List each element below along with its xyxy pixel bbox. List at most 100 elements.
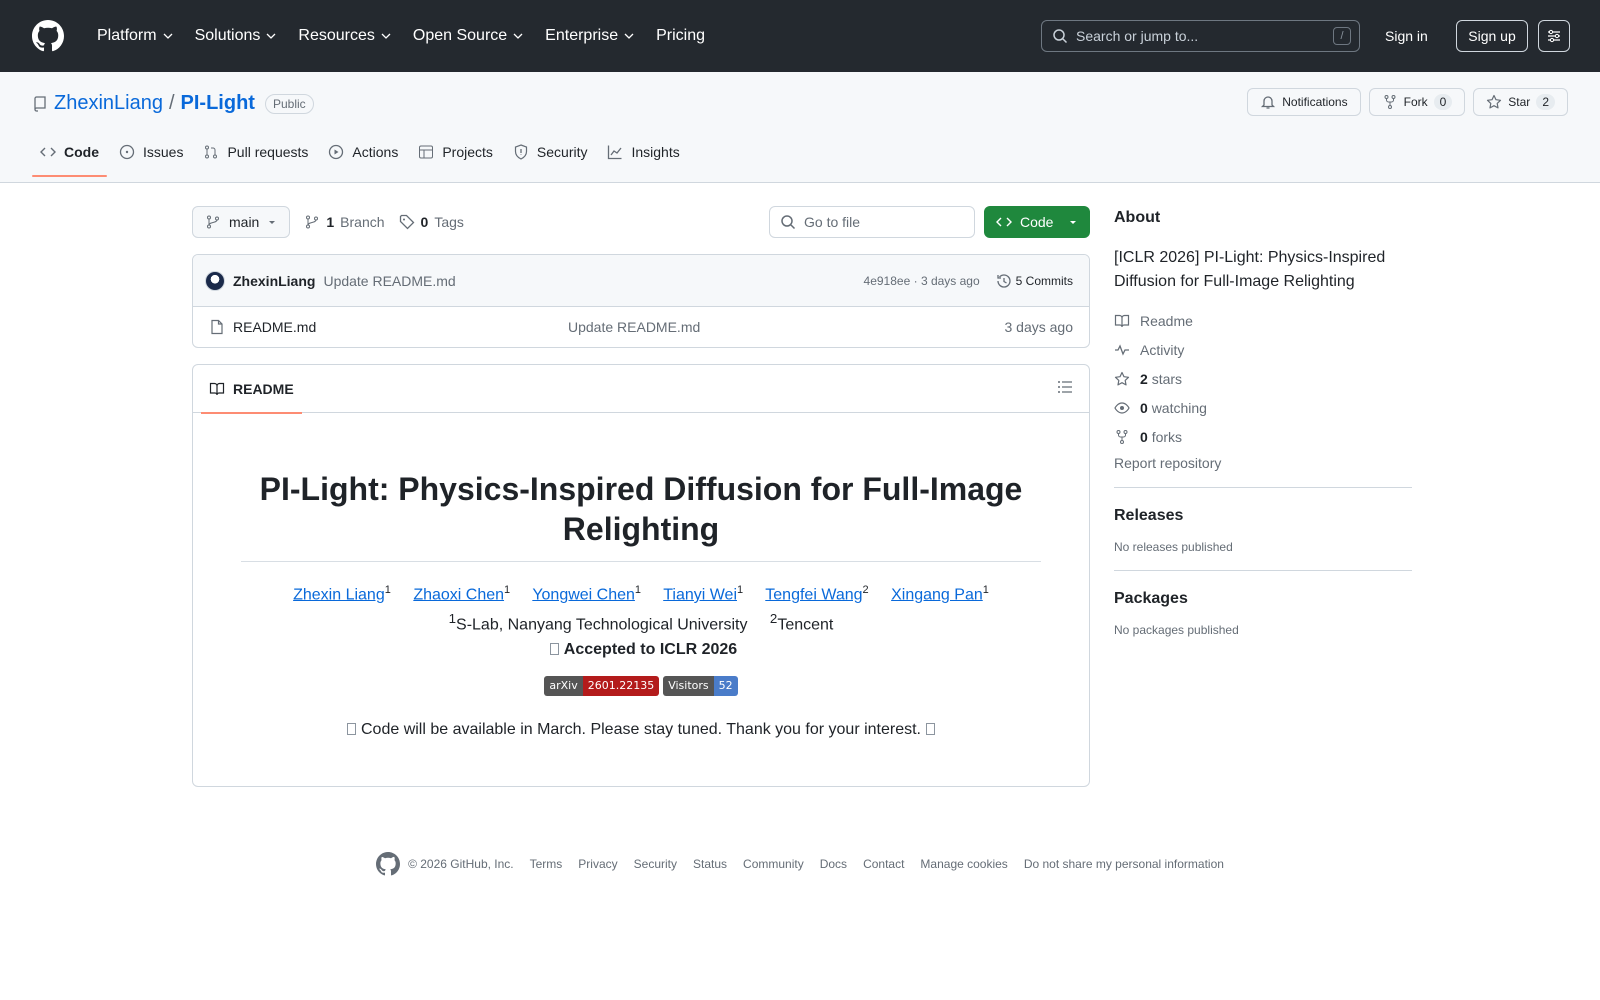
stars-count: 2: [1140, 370, 1148, 387]
tab-security[interactable]: Security: [505, 134, 596, 170]
tab-label: Projects: [442, 144, 493, 160]
watching-link[interactable]: 0 watching: [1114, 393, 1412, 422]
repo-actions: Notifications Fork 0 Star 2: [1247, 88, 1568, 116]
sign-up-button[interactable]: Sign up: [1456, 20, 1528, 52]
graph-icon: [608, 145, 622, 160]
chevron-down-icon: [381, 33, 391, 39]
author-link[interactable]: Zhaoxi Chen: [413, 586, 504, 603]
github-logo-icon[interactable]: [32, 20, 64, 52]
star-button[interactable]: Star 2: [1473, 88, 1568, 116]
repo-header: ZhexinLiang / PI-Light Public Notificati…: [0, 72, 1600, 183]
file-commit-message-link[interactable]: Update README.md: [568, 319, 700, 335]
table-of-contents-button[interactable]: [1057, 379, 1073, 398]
file-icon: [211, 319, 223, 335]
nav-platform[interactable]: Platform: [86, 20, 184, 52]
tab-label: Issues: [143, 144, 184, 160]
stars-label: stars: [1151, 370, 1183, 387]
tab-projects[interactable]: Projects: [410, 134, 501, 170]
pulse-icon: [1115, 343, 1129, 356]
nav-resources[interactable]: Resources: [287, 20, 401, 52]
file-name-link[interactable]: README.md: [233, 319, 316, 335]
author-link[interactable]: Tengfei Wang: [765, 586, 862, 603]
footer-link-community[interactable]: Community: [743, 857, 804, 871]
fork-button[interactable]: Fork 0: [1368, 88, 1466, 116]
chevron-down-icon: [163, 33, 173, 39]
tab-pull-requests[interactable]: Pull requests: [195, 134, 316, 170]
tab-actions[interactable]: Actions: [320, 134, 406, 170]
watching-count: 0: [1140, 399, 1148, 416]
go-to-file-input[interactable]: Go to file: [769, 206, 975, 238]
nav-label: Resources: [298, 27, 375, 44]
badge-row: arXiv 2601.22135 Visitors 52: [193, 675, 1089, 696]
readme-link[interactable]: Readme: [1114, 306, 1412, 335]
file-date: 3 days ago: [1004, 319, 1074, 335]
readme-tab[interactable]: README: [201, 365, 302, 414]
footer-link-docs[interactable]: Docs: [820, 857, 847, 871]
notifications-button[interactable]: Notifications: [1247, 88, 1361, 116]
search-input[interactable]: Search or jump to... /: [1041, 20, 1360, 52]
author-link[interactable]: Tianyi Wei: [663, 586, 737, 603]
author-link[interactable]: Zhexin Liang: [293, 586, 385, 603]
author-link[interactable]: Xingang Pan: [891, 586, 983, 603]
readme-panel: README PI-Light: Physics-Inspired Diffus…: [192, 364, 1090, 787]
footer-link-do-not-share[interactable]: Do not share my personal information: [1024, 857, 1224, 871]
notice-text: Code will be available in March. Please …: [361, 720, 921, 738]
menu-button[interactable]: [1538, 20, 1570, 52]
caret-down-icon: [1070, 221, 1076, 224]
arxiv-badge[interactable]: arXiv 2601.22135: [544, 675, 660, 696]
commit-hash-link[interactable]: 4e918ee: [864, 274, 911, 288]
tab-issues[interactable]: Issues: [111, 134, 191, 170]
commits-history-link[interactable]: 5 Commits: [996, 273, 1073, 289]
about-links: Readme Activity 2 stars 0 watching 0 for…: [1114, 306, 1412, 472]
author-link[interactable]: Yongwei Chen: [532, 586, 635, 603]
visibility-badge: Public: [264, 93, 314, 114]
commit-author-link[interactable]: ZhexinLiang: [233, 273, 315, 289]
repo-owner-link[interactable]: ZhexinLiang: [54, 92, 163, 115]
tab-insights[interactable]: Insights: [599, 134, 687, 170]
readme-header: README: [193, 365, 1089, 414]
forks-link[interactable]: 0 forks: [1114, 422, 1412, 451]
avatar[interactable]: [205, 270, 225, 291]
nav-enterprise[interactable]: Enterprise: [534, 20, 645, 52]
author-affiliation: 1: [982, 584, 989, 596]
packages-heading[interactable]: Packages: [1114, 587, 1412, 611]
latest-commit: ZhexinLiang Update README.md 4e918ee · 3…: [193, 255, 1089, 307]
author-affiliation: 1: [737, 584, 744, 596]
commit-message-link[interactable]: Update README.md: [323, 273, 455, 289]
footer-link-manage-cookies[interactable]: Manage cookies: [920, 857, 1007, 871]
forks-count: 0: [1140, 428, 1148, 445]
branches-link[interactable]: 1 Branch: [304, 214, 385, 230]
repo-name-link[interactable]: PI-Light: [181, 92, 255, 115]
footer-link-terms[interactable]: Terms: [530, 857, 563, 871]
nav-pricing[interactable]: Pricing: [645, 20, 716, 52]
sign-in-link[interactable]: Sign in: [1385, 22, 1428, 50]
repo-tabs: Code Issues Pull requests Actions Projec…: [32, 134, 688, 177]
footer-link-status[interactable]: Status: [693, 857, 727, 871]
tab-label: Insights: [631, 144, 680, 160]
footer-link-security[interactable]: Security: [634, 857, 677, 871]
bell-icon: [1261, 96, 1276, 109]
eye-icon: [1114, 401, 1130, 414]
nav-solutions[interactable]: Solutions: [184, 20, 288, 52]
tab-code[interactable]: Code: [32, 134, 107, 177]
affiliation-text: S-Lab, Nanyang Technological University: [456, 616, 748, 634]
activity-link[interactable]: Activity: [1114, 335, 1412, 364]
tags-link[interactable]: 0 Tags: [399, 214, 464, 230]
stars-link[interactable]: 2 stars: [1114, 364, 1412, 393]
releases-empty: No releases published: [1114, 540, 1233, 554]
accepted-note: Accepted to ICLR 2026: [193, 638, 1089, 662]
releases-heading[interactable]: Releases: [1114, 504, 1412, 528]
code-dropdown-button[interactable]: Code: [984, 206, 1090, 238]
history-icon: [997, 273, 1011, 288]
sliders-icon: [1548, 29, 1560, 43]
footer-link-privacy[interactable]: Privacy: [578, 857, 617, 871]
report-repository-link[interactable]: Report repository: [1114, 455, 1412, 471]
accepted-text: Accepted to ICLR 2026: [563, 640, 738, 658]
visitors-badge[interactable]: Visitors 52: [663, 675, 738, 696]
footer-link-contact[interactable]: Contact: [863, 857, 904, 871]
book-icon: [1114, 314, 1130, 327]
emoji-placeholder-icon: [347, 722, 356, 735]
nav-open-source[interactable]: Open Source: [402, 20, 534, 52]
global-header: Platform Solutions Resources Open Source…: [0, 0, 1600, 72]
branch-selector[interactable]: main: [192, 206, 291, 238]
